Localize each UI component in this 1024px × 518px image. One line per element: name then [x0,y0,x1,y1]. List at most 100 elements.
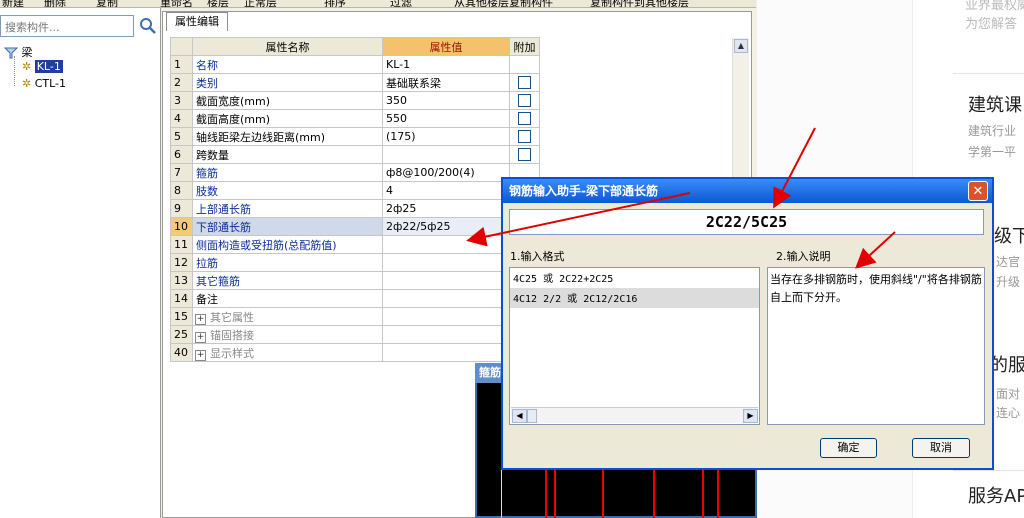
row-number: 25 [170,325,193,344]
row-value[interactable] [382,289,510,308]
web-text: 学第一平 [968,145,1017,159]
web-text: 面对 [996,387,1021,401]
toolbar-delete[interactable]: 删除 [44,0,66,7]
dialog-title: 钢筋输入助手-梁下部通长筋 [503,179,992,203]
table-row[interactable]: 3 截面宽度(mm) 350 [170,91,540,110]
scroll-thumb[interactable] [527,409,537,423]
row-value[interactable] [382,145,510,164]
row-checkbox[interactable] [518,112,531,126]
row-value [382,343,510,362]
ok-button[interactable]: 确定 [820,438,877,458]
row-name: 显示样式 [210,346,254,360]
table-row[interactable]: 2 类别 基础联系梁 [170,73,540,92]
format-list[interactable]: 4C25 或 2C22+2C25 4C12 2/2 或 2C12/2C16 ◀ … [509,267,760,425]
row-number: 6 [170,145,193,164]
row-name: 锚固搭接 [210,328,254,342]
row-name: 下部通长筋 [192,217,383,236]
row-extra [509,55,540,74]
web-text: 业界最权威 [965,0,1024,13]
row-value[interactable]: 基础联系梁 [382,73,510,92]
table-row-group[interactable]: 25 + 锚固搭接 [170,325,540,344]
row-checkbox[interactable] [518,94,531,108]
toolbar-new[interactable]: 新建 [2,0,24,7]
expand-icon[interactable]: + [195,349,206,361]
row-value[interactable] [382,253,510,272]
row-name: 备注 [192,289,383,308]
table-row[interactable]: 12 拉筋 [170,253,540,272]
row-value[interactable]: ф8@100/200(4) [382,163,510,182]
web-heading[interactable]: 级下 [994,222,1024,248]
table-row-selected[interactable]: 10 下部通长筋 2ф22/5ф25 [170,217,540,236]
close-icon[interactable]: ✕ [968,181,988,201]
rebar-line [702,468,704,518]
toolbar-sort[interactable]: 排序 [324,0,346,7]
table-row-group[interactable]: 15 + 其它属性 [170,307,540,326]
table-row[interactable]: 7 箍筋 ф8@100/200(4) [170,163,540,182]
row-value[interactable]: 4 [382,181,510,200]
row-number: 2 [170,73,193,92]
scroll-right-icon[interactable]: ▶ [743,409,758,423]
row-value [382,307,510,326]
row-name: 其它属性 [210,310,254,324]
row-number: 1 [170,55,193,74]
row-value[interactable]: 2ф25 [382,199,510,218]
table-row[interactable]: 14 备注 [170,289,540,308]
toolbar-copy-to-floor[interactable]: 复制构件到其他楼层 [590,0,689,7]
table-row[interactable]: 9 上部通长筋 2ф25 [170,199,540,218]
web-heading[interactable]: 建筑课 [968,91,1022,117]
row-checkbox[interactable] [518,130,531,144]
list-item[interactable]: 4C12 2/2 或 2C12/2C16 [510,288,759,308]
rebar-line [602,468,604,518]
tab-property-edit[interactable]: 属性编辑 [166,12,228,31]
component-search-input[interactable]: 搜索构件... [0,15,134,37]
scroll-up-icon[interactable]: ▲ [734,39,748,53]
toolbar-copy[interactable]: 复制 [96,0,118,7]
row-checkbox[interactable] [518,76,531,90]
tree-item-ctl1[interactable]: ✲ CTL-1 [22,77,66,90]
row-value[interactable]: (175) [382,127,510,146]
format-list-hscrollbar[interactable]: ◀ ▶ [511,407,758,423]
header-property-name: 属性名称 [192,37,383,56]
property-grid: 属性名称 属性值 附加 1 名称 KL-1 2 类别 基础联系梁 3 截面宽度(mm) 35… [170,37,540,362]
row-value[interactable]: 550 [382,109,510,128]
toolbar-floor[interactable]: 楼层 [207,0,229,7]
web-heading[interactable]: 服务AP [968,482,1024,508]
table-row[interactable]: 5 轴线距梁左边线距离(mm) (175) [170,127,540,146]
row-checkbox[interactable] [518,148,531,162]
expand-icon[interactable]: + [195,313,206,325]
description-label: 2.输入说明 [776,250,831,263]
rebar-line [545,468,547,518]
table-row[interactable]: 4 截面高度(mm) 550 [170,109,540,128]
web-heading[interactable]: 的服 [990,351,1024,377]
row-value[interactable]: KL-1 [382,55,510,74]
toolbar-floor-select[interactable]: 正常层 [244,0,277,7]
row-name: 其它箍筋 [192,271,383,290]
row-value[interactable] [382,271,510,290]
list-item[interactable]: 4C25 或 2C22+2C25 [510,268,759,288]
rebar-line [717,468,719,518]
table-row[interactable]: 13 其它箍筋 [170,271,540,290]
row-number: 9 [170,199,193,218]
scroll-left-icon[interactable]: ◀ [512,409,527,423]
header-property-value: 属性值 [382,37,510,56]
table-row[interactable]: 6 跨数量 [170,145,540,164]
table-row[interactable]: 1 名称 KL-1 [170,55,540,74]
tree-item-kl1[interactable]: ✲ KL-1 [22,60,63,73]
row-value[interactable]: 2ф22/5ф25 [382,217,510,236]
tree-root-label: 梁 [21,46,33,59]
toolbar-filter[interactable]: 过滤 [390,0,412,7]
expand-icon[interactable]: + [195,331,206,343]
toolbar-rename[interactable]: 重命名 [160,0,193,7]
toolbar-copy-from-floor[interactable]: 从其他楼层复制构件 [454,0,553,7]
row-value[interactable]: 350 [382,91,510,110]
search-icon[interactable] [138,16,158,36]
row-name: 类别 [192,73,383,92]
table-row[interactable]: 8 肢数 4 [170,181,540,200]
row-name: 轴线距梁左边线距离(mm) [192,127,383,146]
rebar-value-input[interactable]: 2C22/5C25 [509,209,984,235]
row-value[interactable] [382,235,510,254]
table-row-group[interactable]: 40 + 显示样式 [170,343,540,362]
table-row[interactable]: 11 侧面构造或受扭筋(总配筋值) [170,235,540,254]
tree-root-beam[interactable]: 梁 [3,44,33,60]
cancel-button[interactable]: 取消 [912,438,970,458]
